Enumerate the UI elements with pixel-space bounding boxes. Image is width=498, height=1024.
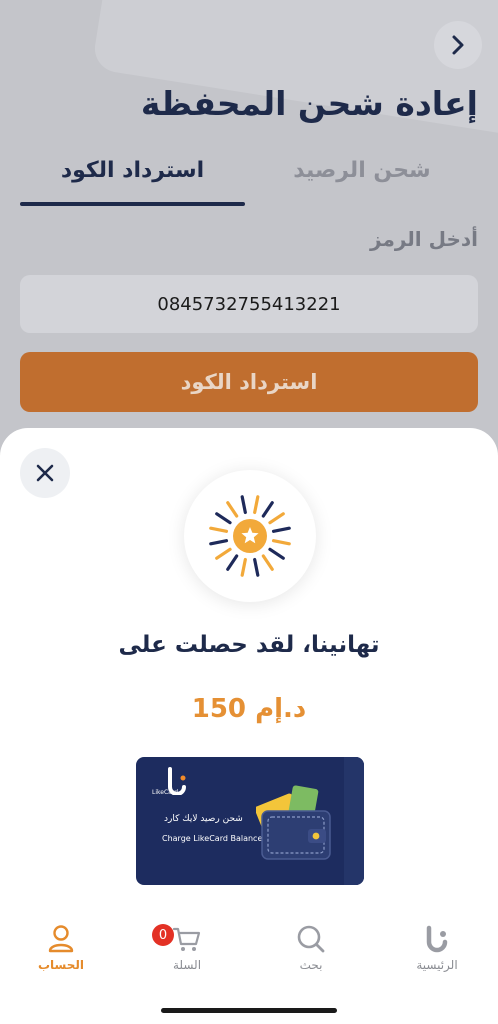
tab-bar-account-label: الحساب <box>37 958 85 972</box>
sun-ray <box>253 495 260 515</box>
active-tab-indicator <box>20 202 245 206</box>
success-badge <box>184 470 316 602</box>
sun-ray <box>268 512 285 525</box>
home-indicator <box>161 1008 337 1013</box>
tab-bar-cart-label: السلة <box>172 958 202 972</box>
sun-ray <box>209 526 229 533</box>
tab-charge-balance[interactable]: شحن الرصيد <box>262 158 462 183</box>
page-title: إعادة شحن المحفظة <box>140 84 478 123</box>
close-button[interactable] <box>20 448 70 498</box>
star-sun-icon <box>209 495 291 577</box>
home-logo-icon <box>426 925 448 953</box>
redeem-code-button[interactable]: استرداد الكود <box>20 352 478 412</box>
reward-amount: 150 د.إم <box>191 694 307 724</box>
sun-ray <box>215 512 232 525</box>
tab-bar-search[interactable]: بحث <box>271 924 351 972</box>
chevron-right-icon <box>452 35 464 55</box>
code-label: أدخل الرمز <box>370 227 478 251</box>
tab-bar-home[interactable]: الرئيسية <box>397 924 477 972</box>
card-brand: LikeCard <box>152 789 178 796</box>
cart-count-badge: 0 <box>152 924 174 946</box>
card-edge <box>344 757 364 885</box>
sun-ray <box>261 554 274 571</box>
tab-redeem-code[interactable]: استرداد الكود <box>20 158 245 183</box>
cart-icon <box>172 927 201 951</box>
sun-ray <box>215 547 232 560</box>
sun-ray <box>226 501 239 518</box>
sun-ray <box>271 539 291 546</box>
sun-ray <box>261 501 274 518</box>
tab-bar-account[interactable]: الحساب <box>21 924 101 972</box>
likecard-balance-card: LikeCard شحن رصيد لايك كارد Charge LikeC… <box>136 757 364 885</box>
tab-bar-search-label: بحث <box>299 958 323 972</box>
congrats-text: تهانينا، لقد حصلت على <box>118 632 380 658</box>
sun-ray <box>240 557 247 577</box>
back-button[interactable] <box>434 21 482 69</box>
card-title-en: Charge LikeCard Balance <box>162 834 263 843</box>
tab-bar-home-label: الرئيسية <box>416 958 458 972</box>
sun-ray <box>271 526 291 533</box>
user-icon <box>48 925 74 953</box>
code-input[interactable] <box>20 275 478 333</box>
sun-ray <box>226 554 239 571</box>
sun-ray <box>253 557 260 577</box>
wallet-icon <box>256 785 331 860</box>
card-title-ar: شحن رصيد لايك كارد <box>164 814 243 824</box>
sun-ray <box>209 539 229 546</box>
sun-ray <box>268 547 285 560</box>
search-icon <box>297 925 325 953</box>
sun-ray <box>240 495 247 515</box>
close-icon <box>36 464 54 482</box>
